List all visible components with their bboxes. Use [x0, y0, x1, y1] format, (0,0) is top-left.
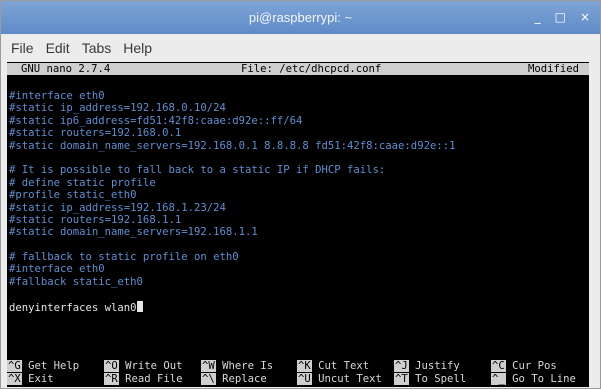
shortcut-read-file[interactable]: ^R Read File: [104, 372, 183, 385]
shortcut-where-is[interactable]: ^W Where Is: [201, 360, 273, 372]
line-text: #static routers=192.168.1.1: [9, 213, 182, 226]
shortcut-key: ^K: [297, 360, 312, 372]
editor-line: #static domain_name_servers=192.168.0.1 …: [9, 140, 587, 152]
editor-line: # define static profile: [9, 177, 587, 189]
editor-content[interactable]: #interface eth0 #static ip_address=192.16…: [9, 90, 587, 314]
line-text: # define static profile: [9, 176, 156, 189]
editor-line: #fallback static_eth0: [9, 276, 587, 288]
shortcut-exit[interactable]: ^X Exit: [7, 372, 54, 385]
shortcut-label: Cur Pos: [512, 360, 557, 372]
shortcut-key: ^\: [201, 372, 216, 385]
line-text: #static ip6_address=fd51:42f8:caae:d92e:…: [9, 114, 303, 127]
terminal-window: pi@raspberrypi: ~ _ □ × File Edit Tabs H…: [0, 0, 601, 389]
window-controls: _ □ ×: [535, 1, 590, 34]
shortcut-justify[interactable]: ^J Justify: [394, 360, 460, 372]
shortcut-write-out[interactable]: ^O Write Out: [104, 360, 183, 372]
line-text: #interface eth0: [9, 263, 105, 276]
menu-help[interactable]: Help: [121, 40, 154, 56]
editor-line: # fallback to static profile on eth0: [9, 251, 587, 263]
line-text: #static domain_name_servers=192.168.0.1 …: [9, 139, 456, 152]
editor-line: #static domain_name_servers=192.168.1.1: [9, 226, 587, 238]
shortcut-label: Justify: [415, 360, 460, 372]
shortcut-bar: ^G Get Help ^O Write Out ^W Where Is ^K Cut…: [7, 360, 589, 386]
shortcut-key: ^O: [104, 360, 119, 372]
nano-version: GNU nano 2.7.4: [21, 63, 111, 75]
shortcut-row: ^G Get Help ^O Write Out ^W Where Is ^K Cut…: [7, 360, 589, 373]
nano-filename: File: /etc/dhcpcd.conf: [241, 63, 382, 75]
menu-edit[interactable]: Edit: [44, 40, 72, 56]
editor-line: #profile static_eth0: [9, 189, 587, 201]
shortcut-key: ^T: [394, 372, 409, 385]
menu-tabs[interactable]: Tabs: [80, 40, 114, 56]
shortcut-key: ^_: [491, 372, 506, 385]
menu-file[interactable]: File: [9, 40, 36, 56]
shortcut-label: Exit: [28, 372, 54, 385]
shortcut-replace[interactable]: ^\ Replace: [201, 372, 267, 385]
terminal-area[interactable]: GNU nano 2.7.4 File: /etc/dhcpcd.conf Mo…: [7, 62, 589, 387]
shortcut-label: Read File: [125, 372, 183, 385]
shortcut-label: Write Out: [125, 360, 183, 372]
shortcut-key: ^X: [7, 372, 22, 385]
shortcut-key: ^G: [7, 360, 22, 372]
shortcut-key: ^C: [491, 360, 506, 372]
shortcut-key: ^R: [104, 372, 119, 385]
line-text: #fallback static_eth0: [9, 275, 143, 288]
minimize-icon[interactable]: _: [535, 1, 541, 34]
shortcut-label: Cut Text: [318, 360, 370, 372]
shortcut-label: Replace: [222, 372, 267, 385]
line-text: #static domain_name_servers=192.168.1.1: [9, 226, 258, 239]
line-text: #static routers=192.168.0.1: [9, 127, 182, 140]
shortcut-key: ^U: [297, 372, 312, 385]
shortcut-cut-text[interactable]: ^K Cut Text: [297, 360, 369, 372]
shortcut-key: ^J: [394, 360, 409, 372]
shortcut-cur-pos[interactable]: ^C Cur Pos: [491, 360, 557, 372]
shortcut-key: ^W: [201, 360, 216, 372]
text-cursor: [136, 300, 143, 312]
maximize-icon[interactable]: □: [555, 1, 566, 34]
menu-bar: File Edit Tabs Help: [1, 34, 600, 62]
shortcut-label: Go To Line: [512, 372, 576, 385]
shortcut-label: To Spell: [415, 372, 467, 385]
shortcut-label: Get Help: [28, 360, 80, 372]
line-text: denyinterfaces wlan0: [9, 301, 137, 314]
editor-line: #static ip_address=192.168.0.10/24: [9, 102, 587, 114]
shortcut-go-to-line[interactable]: ^_ Go To Line: [491, 372, 576, 385]
line-text: #static ip_address=192.168.1.23/24: [9, 201, 226, 214]
editor-line: #interface eth0: [9, 263, 587, 275]
shortcut-to-spell[interactable]: ^T To Spell: [394, 372, 467, 385]
close-icon[interactable]: ×: [580, 1, 590, 34]
editor-line: #static ip6_address=fd51:42f8:caae:d92e:…: [9, 115, 587, 127]
editor-line: #interface eth0: [9, 90, 587, 102]
editor-line: #static routers=192.168.1.1: [9, 214, 587, 226]
shortcut-row: ^X Exit ^R Read File ^\ Replace ^U Uncut Te…: [7, 372, 589, 386]
editor-line: #static routers=192.168.0.1: [9, 127, 587, 139]
nano-header: GNU nano 2.7.4 File: /etc/dhcpcd.conf Mo…: [7, 63, 589, 75]
window-title: pi@raspberrypi: ~: [248, 10, 353, 25]
nano-status: Modified: [527, 63, 579, 75]
title-bar[interactable]: pi@raspberrypi: ~ _ □ ×: [1, 1, 600, 34]
editor-line: denyinterfaces wlan0: [9, 300, 587, 314]
shortcut-label: Uncut Text: [318, 372, 382, 385]
shortcut-uncut-text[interactable]: ^U Uncut Text: [297, 372, 382, 385]
editor-line: #static ip_address=192.168.1.23/24: [9, 202, 587, 214]
shortcut-get-help[interactable]: ^G Get Help: [7, 360, 79, 372]
line-text: # fallback to static profile on eth0: [9, 251, 239, 264]
editor-line: # It is possible to fall back to a stati…: [9, 164, 587, 176]
line-text: # It is possible to fall back to a stati…: [9, 164, 386, 177]
line-text: #interface eth0: [9, 90, 105, 102]
line-text: #profile static_eth0: [9, 189, 137, 202]
line-text: #static ip_address=192.168.0.10/24: [9, 102, 226, 115]
shortcut-label: Where Is: [222, 360, 274, 372]
